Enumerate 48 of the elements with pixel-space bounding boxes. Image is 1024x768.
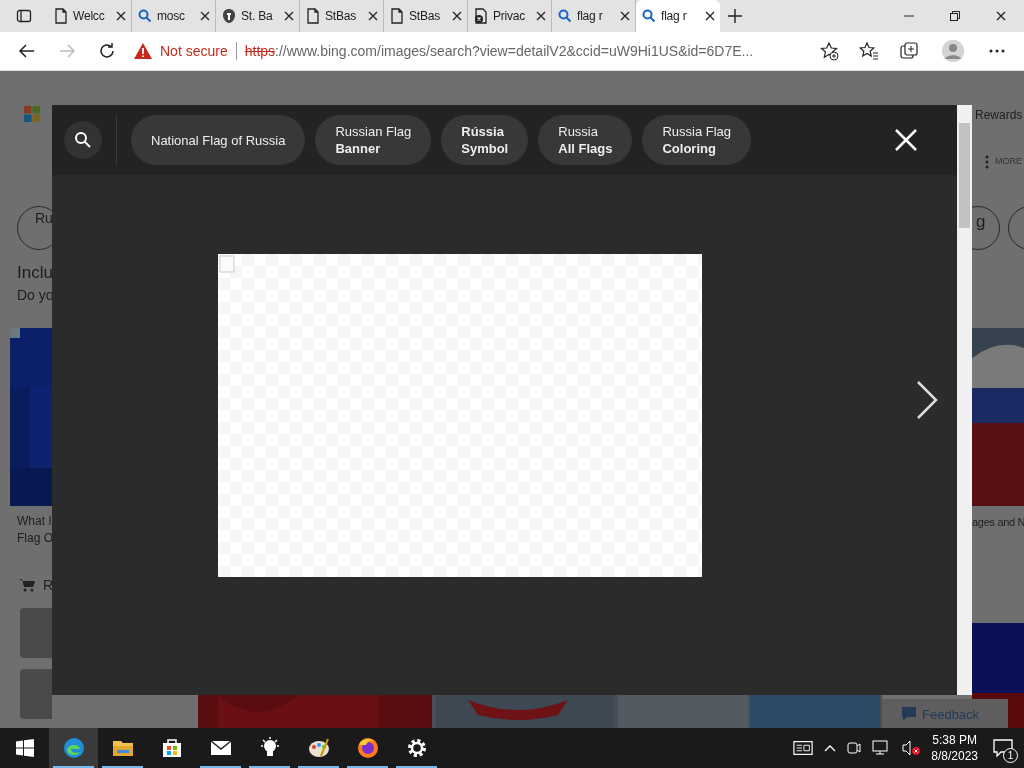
- volume-muted-icon[interactable]: [901, 739, 922, 757]
- related-search-chip[interactable]: Russia All Flags: [538, 115, 633, 165]
- firefox-icon[interactable]: [355, 736, 380, 760]
- clock-date[interactable]: 8/8/2023: [931, 748, 978, 764]
- search-icon: [74, 131, 92, 149]
- search-button[interactable]: [64, 121, 102, 159]
- news-icon[interactable]: [793, 739, 814, 757]
- section-heading: Inclu: [17, 263, 53, 283]
- search-icon: [557, 8, 573, 24]
- browser-tab[interactable]: flag r: [636, 0, 720, 32]
- related-search-chip[interactable]: National Flag of Russia: [131, 115, 306, 165]
- shopping-label: R: [43, 577, 54, 593]
- close-icon[interactable]: [996, 11, 1006, 21]
- chat-icon: [902, 707, 916, 721]
- address-field[interactable]: https://www.bing.com/images/search?view=detailV2&ccid=uW9Hi1US&id=6D7E...: [244, 43, 754, 59]
- security-label[interactable]: Not secure: [160, 43, 228, 59]
- more-options-icon[interactable]: [985, 155, 989, 169]
- page-icon: [305, 8, 321, 24]
- related-search-chip[interactable]: Rússia Symbol: [441, 115, 529, 165]
- warning-icon: [134, 43, 152, 59]
- page-icon: [53, 8, 69, 24]
- close-icon[interactable]: [705, 11, 715, 21]
- close-icon[interactable]: [368, 11, 378, 21]
- page-icon: [389, 8, 405, 24]
- close-icon[interactable]: [452, 11, 462, 21]
- cart-icon: [19, 578, 35, 592]
- notification-center-button[interactable]: 1: [988, 733, 1018, 763]
- close-icon[interactable]: [200, 11, 210, 21]
- edge-icon[interactable]: [61, 736, 86, 760]
- clock-time[interactable]: 5:38 PM: [932, 732, 977, 748]
- close-icon[interactable]: [536, 11, 546, 21]
- tab-actions-icon[interactable]: [16, 8, 32, 24]
- start-icon[interactable]: [15, 739, 34, 757]
- search-icon: [641, 8, 657, 24]
- shield-icon: [221, 8, 237, 24]
- new-tab-icon[interactable]: [727, 8, 743, 24]
- profile-avatar-icon[interactable]: [942, 40, 964, 62]
- restore-icon[interactable]: [950, 11, 960, 21]
- search-icon: [137, 8, 153, 24]
- blocked-page-icon: [473, 8, 489, 24]
- related-search-chip[interactable]: Russian Flag Banner: [315, 115, 432, 165]
- scrollbar[interactable]: [957, 105, 972, 695]
- close-icon[interactable]: [620, 11, 630, 21]
- close-icon[interactable]: [284, 11, 294, 21]
- camera-icon[interactable]: [847, 739, 862, 757]
- close-icon[interactable]: [116, 11, 126, 21]
- palette-icon[interactable]: [306, 736, 331, 760]
- related-search-chip[interactable]: Russia Flag Coloring: [642, 115, 752, 165]
